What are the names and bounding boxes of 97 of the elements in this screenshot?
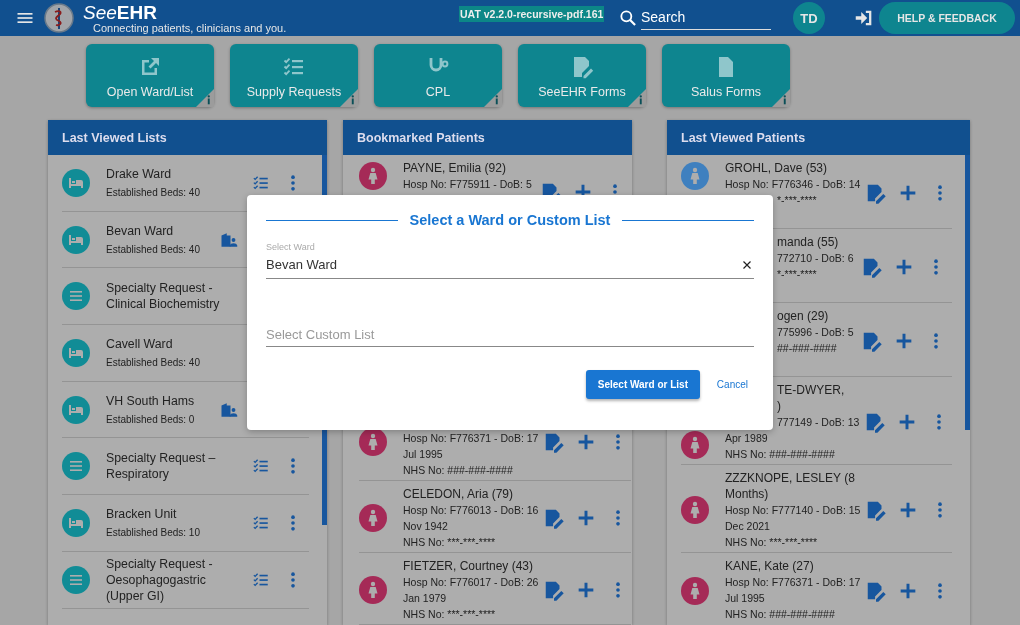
tile-button[interactable]: SeeEHR Forms bbox=[518, 44, 646, 107]
patient-name: ) bbox=[777, 398, 781, 414]
list-title: Specialty Request - Clinical Biochemistry bbox=[106, 280, 221, 313]
bed-icon bbox=[62, 395, 90, 424]
patient-detail: *-***-**** bbox=[777, 267, 817, 282]
info-icon[interactable] bbox=[340, 89, 358, 107]
patient-detail: NHS No: ***-***-**** bbox=[403, 607, 496, 622]
patient-name: GROHL, Dave (53) bbox=[725, 160, 828, 176]
bed-icon bbox=[62, 168, 90, 197]
select-button[interactable]: Select Ward or List bbox=[585, 370, 700, 399]
patient-detail: Jul 1995 bbox=[403, 447, 443, 462]
info-icon[interactable] bbox=[628, 89, 646, 107]
panel-header: Last Viewed Patients bbox=[667, 120, 970, 155]
beds-count: Established Beds: 10 bbox=[106, 525, 201, 540]
bed-icon bbox=[62, 225, 90, 254]
patient-detail: 772710 - DoB: 6 bbox=[777, 251, 854, 266]
edit-note-icon[interactable] bbox=[865, 580, 888, 602]
patient-name: ZZZKNOPE, LESLEY (8 Months) bbox=[725, 470, 856, 502]
patient-detail: 775996 - DoB: 5 bbox=[777, 325, 854, 340]
list-item[interactable]: Specialty Request - Oesophagogastric (Upper GI) bbox=[62, 551, 309, 609]
list-title: Cavell Ward bbox=[106, 335, 174, 352]
tile-button[interactable]: Supply Requests bbox=[230, 44, 358, 107]
patient-detail: NHS No: ***-***-**** bbox=[403, 535, 496, 550]
list-title: Bracken Unit bbox=[106, 505, 178, 522]
list-title: VH South Hams bbox=[106, 392, 196, 409]
cancel-button[interactable]: Cancel bbox=[716, 379, 754, 390]
beds-count: Established Beds: 40 bbox=[106, 242, 201, 257]
edit-note-icon[interactable] bbox=[861, 330, 883, 352]
patient-name: ogen (29) bbox=[777, 308, 829, 324]
help-feedback-button[interactable]: HELP & FEEDBACK bbox=[879, 2, 1015, 34]
search-field[interactable]: Search bbox=[641, 6, 771, 30]
patient-detail: Jul 1995 bbox=[725, 591, 765, 606]
patient-detail: Hosp No: F776346 - DoB: 14 bbox=[725, 177, 861, 192]
ward-select-field[interactable]: Select Ward Bevan Ward bbox=[266, 241, 754, 279]
beds-count: Established Beds: 40 bbox=[106, 185, 201, 200]
edit-note-icon[interactable] bbox=[543, 579, 566, 601]
patient-detail: Hosp No: F777140 - DoB: 15 bbox=[725, 503, 861, 518]
patient-detail: NHS No: ###-###-#### bbox=[403, 463, 513, 478]
patient-detail: Hosp No: F775911 - DoB: 5 bbox=[403, 177, 532, 192]
list-icon bbox=[62, 565, 90, 594]
panel-header: Last Viewed Lists bbox=[48, 120, 327, 155]
list-title: Specialty Request – Respiratory bbox=[106, 450, 217, 483]
list-icon bbox=[62, 282, 90, 311]
app-name: SeeEHR bbox=[83, 2, 158, 22]
logo-icon bbox=[44, 3, 74, 33]
beds-count: Established Beds: 0 bbox=[106, 412, 196, 427]
edit-note-icon[interactable] bbox=[543, 431, 566, 453]
patient-detail: Hosp No: F776013 - DoB: 16 bbox=[403, 503, 539, 518]
edit-note-icon[interactable] bbox=[543, 507, 566, 529]
patient-name: FIETZER, Courtney (43) bbox=[403, 558, 534, 574]
patient-detail: ##-###-#### bbox=[777, 341, 837, 356]
tile-button[interactable]: CPL bbox=[374, 44, 502, 107]
version-label: UAT v2.2.0-recursive-pdf.161 bbox=[459, 6, 605, 22]
patient-detail: NHS No: ###-###-#### bbox=[725, 447, 835, 462]
panel-header: Bookmarked Patients bbox=[343, 120, 632, 155]
info-icon[interactable] bbox=[196, 89, 214, 107]
list-title: Bevan Ward bbox=[106, 222, 175, 239]
patient-detail: NHS No: ***-***-**** bbox=[725, 535, 818, 550]
patient-detail: *-***-**** bbox=[777, 193, 817, 208]
patient-detail: Nov 1942 bbox=[403, 519, 448, 534]
patient-name: manda (55) bbox=[777, 234, 839, 250]
tile-button[interactable]: Salus Forms bbox=[662, 44, 790, 107]
building-person-icon[interactable] bbox=[220, 230, 238, 249]
patient-name: PAYNE, Emilia (92) bbox=[403, 160, 506, 176]
edit-note-icon[interactable] bbox=[864, 411, 887, 433]
building-person-icon[interactable] bbox=[220, 400, 238, 419]
info-icon[interactable] bbox=[772, 89, 790, 107]
dialog-title: Select a Ward or Custom List bbox=[409, 212, 611, 228]
list-item[interactable]: Specialty Request – Respiratory bbox=[62, 438, 309, 496]
list-title: Specialty Request - Oesophagogastric (Upper GI) bbox=[106, 555, 214, 604]
custom-list-field[interactable]: Select Custom List bbox=[266, 327, 754, 347]
patient-detail: Hosp No: F776017 - DoB: 26 bbox=[403, 575, 539, 590]
patient-detail: Hosp No: F776371 - DoB: 17 bbox=[403, 431, 539, 446]
patient-detail: Hosp No: F776371 - DoB: 17 bbox=[725, 575, 861, 590]
patient-detail: Apr 1989 bbox=[725, 431, 768, 446]
edit-note-icon[interactable] bbox=[861, 256, 883, 278]
bed-icon bbox=[62, 338, 90, 367]
scrollbar[interactable] bbox=[965, 155, 970, 430]
edit-note-icon[interactable] bbox=[865, 499, 888, 521]
tagline: Connecting patients, clinicians and you. bbox=[93, 22, 288, 34]
patient-name: KANE, Kate (27) bbox=[725, 558, 814, 574]
list-item[interactable]: Bracken Unit Established Beds: 10 bbox=[62, 495, 309, 552]
patient-name: TE-DWYER, bbox=[777, 382, 845, 398]
list-icon bbox=[62, 452, 90, 481]
edit-note-icon[interactable] bbox=[865, 182, 888, 204]
beds-count: Established Beds: 40 bbox=[106, 355, 201, 370]
tile-button[interactable]: Open Ward/List bbox=[86, 44, 214, 107]
patient-detail: 777149 - DoB: 13 bbox=[777, 415, 860, 430]
info-icon[interactable] bbox=[484, 89, 502, 107]
list-title: Drake Ward bbox=[106, 165, 173, 182]
search-icon bbox=[618, 8, 638, 28]
patient-detail: Jan 1979 bbox=[403, 591, 447, 606]
patient-name: CELEDON, Aria (79) bbox=[403, 486, 514, 502]
user-avatar[interactable]: TD bbox=[793, 2, 825, 34]
patient-detail: NHS No: ###-###-#### bbox=[725, 607, 835, 622]
patient-detail: Dec 2021 bbox=[725, 519, 770, 534]
bed-icon bbox=[62, 508, 90, 537]
